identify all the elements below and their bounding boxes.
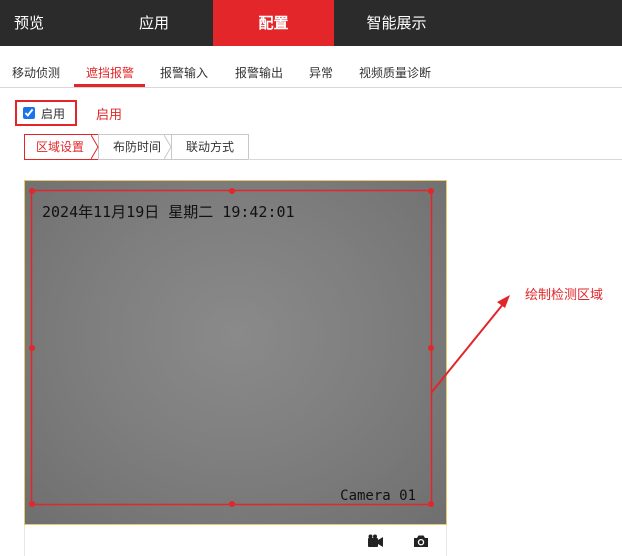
draw-region-annotation: 绘制检测区域 <box>525 288 604 303</box>
step-area-settings[interactable]: 区域设置 <box>24 134 99 160</box>
step-area-settings-label: 区域设置 <box>36 140 85 154</box>
tab-exception[interactable]: 异常 <box>309 46 333 87</box>
region-handle <box>229 188 235 194</box>
step-arming-schedule-label: 布防时间 <box>113 140 162 154</box>
tab-video-quality-diagnosis[interactable]: 视频质量诊断 <box>359 46 431 87</box>
video-preview[interactable]: 2024年11月19日 星期二 19:42:01 Camera 01 <box>24 180 447 525</box>
nav-configuration[interactable]: 配置 <box>213 0 334 46</box>
tab-tamper-alarm[interactable]: 遮挡报警 <box>86 46 134 87</box>
region-handle <box>29 501 35 507</box>
chevron-right-icon <box>91 135 99 159</box>
video-toolbar <box>24 525 447 556</box>
enable-annotation: 启用 <box>96 108 123 123</box>
step-linkage-method[interactable]: 联动方式 <box>171 134 249 160</box>
tab-motion-detection[interactable]: 移动侦测 <box>12 46 60 87</box>
sub-navigation: 移动侦测 遮挡报警 报警输入 报警输出 异常 视频质量诊断 <box>0 46 622 88</box>
nav-application[interactable]: 应用 <box>95 0 213 46</box>
top-navigation: 预览 应用 配置 智能展示 <box>0 0 622 46</box>
step-linkage-method-label: 联动方式 <box>186 140 235 154</box>
region-handle <box>229 501 235 507</box>
tab-alarm-output[interactable]: 报警输出 <box>235 46 283 87</box>
video-record-icon[interactable] <box>367 534 384 548</box>
region-handle <box>29 345 35 351</box>
camera-snapshot-icon[interactable] <box>413 534 429 548</box>
enable-checkbox-group: 启用 <box>15 100 77 126</box>
nav-smart-display[interactable]: 智能展示 <box>334 0 459 46</box>
region-handle <box>29 188 35 194</box>
tab-alarm-input[interactable]: 报警输入 <box>160 46 208 87</box>
region-handle <box>428 188 434 194</box>
region-rectangle <box>30 189 433 506</box>
enable-checkbox-label: 启用 <box>41 107 66 121</box>
detection-region[interactable] <box>25 181 447 525</box>
enable-checkbox[interactable] <box>23 107 35 119</box>
steps-divider <box>248 159 622 160</box>
active-tab-indicator <box>74 84 145 87</box>
nav-preview[interactable]: 预览 <box>0 0 95 46</box>
chevron-right-icon <box>164 135 172 159</box>
region-handle <box>428 501 434 507</box>
region-handle <box>428 345 434 351</box>
config-steps: 区域设置 布防时间 联动方式 <box>24 134 249 160</box>
step-arming-schedule[interactable]: 布防时间 <box>98 134 172 160</box>
